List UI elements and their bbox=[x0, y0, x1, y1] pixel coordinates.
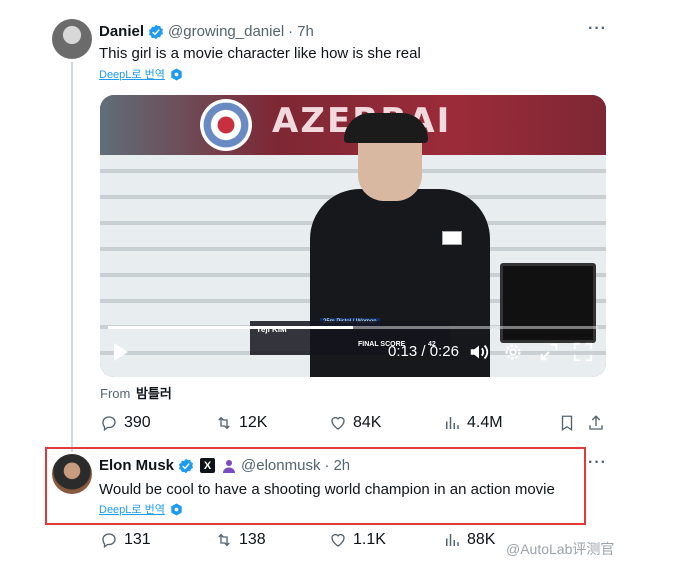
like-button[interactable]: 84K bbox=[329, 414, 381, 432]
like-button[interactable]: 1.1K bbox=[329, 531, 386, 549]
more-options-icon[interactable]: ··· bbox=[588, 20, 607, 38]
like-count: 84K bbox=[353, 414, 382, 431]
analytics-icon bbox=[446, 534, 459, 546]
view-count: 4.4M bbox=[467, 414, 503, 431]
view-count: 88K bbox=[467, 531, 496, 548]
bookmark-button[interactable] bbox=[558, 414, 576, 437]
more-options-icon[interactable]: ··· bbox=[588, 454, 607, 472]
reply-button[interactable]: 131 bbox=[100, 531, 151, 549]
fullscreen-icon[interactable] bbox=[572, 341, 594, 363]
video-controls: 0:13 / 0:26 bbox=[100, 339, 606, 369]
settings-gear-icon[interactable] bbox=[502, 341, 524, 363]
translate-label[interactable]: DeepL로 번역 bbox=[99, 66, 165, 82]
korea-flag-icon bbox=[442, 231, 462, 245]
target-logo bbox=[200, 99, 252, 151]
reply-count: 390 bbox=[124, 414, 151, 431]
views-button[interactable]: 88K bbox=[443, 531, 495, 549]
tweet-text: This girl is a movie character like how … bbox=[99, 45, 421, 62]
bookmark-icon bbox=[561, 415, 573, 432]
verified-badge-icon bbox=[149, 24, 163, 39]
video-progress-fill bbox=[108, 326, 353, 329]
video-duration: 0:26 bbox=[429, 343, 459, 360]
thread-connector-line bbox=[71, 62, 73, 452]
separator-dot: · bbox=[288, 23, 294, 40]
video-time: 0:13 / 0:26 bbox=[388, 343, 459, 360]
reply-count: 131 bbox=[124, 531, 151, 548]
media-source: From 밤틀러 bbox=[100, 383, 172, 402]
author-name[interactable]: Daniel bbox=[99, 23, 144, 40]
play-icon[interactable] bbox=[114, 343, 128, 361]
score-monitor bbox=[500, 263, 596, 343]
translate-link[interactable]: DeepL로 번역 bbox=[99, 66, 183, 82]
watermark: @AutoLab评测官 bbox=[506, 541, 615, 557]
repost-icon bbox=[218, 533, 230, 547]
like-count: 1.1K bbox=[353, 531, 386, 548]
highlight-box bbox=[45, 447, 586, 525]
volume-icon[interactable] bbox=[468, 341, 490, 363]
share-button[interactable] bbox=[587, 414, 605, 437]
views-button[interactable]: 4.4M bbox=[443, 414, 503, 432]
repost-count: 138 bbox=[239, 531, 266, 548]
reply-button[interactable]: 390 bbox=[100, 414, 151, 432]
deepl-icon bbox=[171, 67, 182, 81]
reply-icon bbox=[102, 533, 116, 549]
heart-icon bbox=[331, 416, 345, 430]
heart-icon bbox=[331, 533, 345, 547]
from-label: From bbox=[100, 386, 131, 401]
video-progress-bar[interactable] bbox=[108, 326, 598, 329]
video-player[interactable]: AZERBAI 25m Pistol / Women Yeji KIM FINA… bbox=[100, 95, 606, 377]
analytics-icon bbox=[446, 417, 459, 429]
avatar-daniel[interactable] bbox=[52, 19, 92, 59]
video-current-time: 0:13 bbox=[388, 343, 418, 360]
reply-icon bbox=[102, 416, 116, 432]
repost-count: 12K bbox=[239, 414, 268, 431]
tweet-time[interactable]: 7h bbox=[297, 23, 314, 40]
repost-button[interactable]: 138 bbox=[215, 531, 266, 549]
share-icon bbox=[589, 415, 603, 430]
repost-icon bbox=[218, 416, 230, 430]
repost-button[interactable]: 12K bbox=[215, 414, 267, 432]
from-source[interactable]: 밤틀러 bbox=[136, 386, 172, 401]
author-handle[interactable]: @growing_daniel bbox=[168, 23, 284, 40]
picture-in-picture-icon[interactable] bbox=[538, 341, 560, 363]
tweet1-header: Daniel @growing_daniel · 7h bbox=[99, 23, 314, 40]
